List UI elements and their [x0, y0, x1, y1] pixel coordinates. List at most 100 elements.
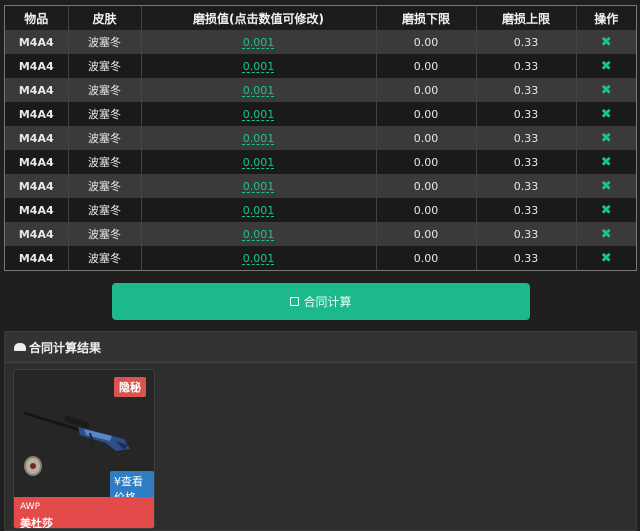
cell-action: ✖ — [576, 198, 636, 222]
cell-wear-max: 0.33 — [476, 198, 577, 222]
table-row: M4A4 波塞冬 0.001 0.00 0.33 ✖ — [5, 150, 636, 174]
table-row: M4A4 波塞冬 0.001 0.00 0.33 ✖ — [5, 246, 636, 270]
sticker-icon — [24, 456, 42, 476]
table-row: M4A4 波塞冬 0.001 0.00 0.33 ✖ — [5, 174, 636, 198]
table-row: M4A4 波塞冬 0.001 0.00 0.33 ✖ — [5, 222, 636, 246]
cell-skin: 波塞冬 — [68, 102, 142, 126]
table-row: M4A4 波塞冬 0.001 0.00 0.33 ✖ — [5, 198, 636, 222]
contract-result-panel: 合同计算结果 隐秘 ¥查看价格 AWP 美杜莎 — [4, 331, 637, 531]
cell-item: M4A4 — [5, 174, 69, 198]
rarity-badge: 隐秘 — [114, 377, 146, 397]
cell-wear-min: 0.00 — [376, 150, 477, 174]
cell-skin: 波塞冬 — [68, 174, 142, 198]
wear-value-link[interactable]: 0.001 — [243, 60, 275, 73]
table-header-row: 物品 皮肤 磨损值(点击数值可修改) 磨损下限 磨损上限 操作 — [5, 6, 636, 30]
result-panel-title: 合同计算结果 — [29, 340, 102, 355]
cell-item: M4A4 — [5, 54, 69, 78]
close-icon[interactable]: ✖ — [601, 227, 612, 242]
contract-items-table: 物品 皮肤 磨损值(点击数值可修改) 磨损下限 磨损上限 操作 M4A4 波塞冬… — [4, 5, 637, 271]
briefcase-icon — [14, 343, 26, 351]
cell-wear-max: 0.33 — [476, 54, 577, 78]
cell-wear-min: 0.00 — [376, 198, 477, 222]
cell-skin: 波塞冬 — [68, 222, 142, 246]
cell-skin: 波塞冬 — [68, 246, 142, 270]
cell-wear-max: 0.33 — [476, 102, 577, 126]
cell-wear-min: 0.00 — [376, 102, 477, 126]
cell-skin: 波塞冬 — [68, 150, 142, 174]
cell-action: ✖ — [576, 174, 636, 198]
cell-item: M4A4 — [5, 126, 69, 150]
header-wear-min: 磨损下限 — [376, 6, 477, 30]
wear-value-link[interactable]: 0.001 — [243, 108, 275, 121]
close-icon[interactable]: ✖ — [601, 251, 612, 266]
wear-value-link[interactable]: 0.001 — [243, 84, 275, 97]
close-icon[interactable]: ✖ — [601, 107, 612, 122]
table-row: M4A4 波塞冬 0.001 0.00 0.33 ✖ — [5, 54, 636, 78]
wear-value-link[interactable]: 0.001 — [243, 132, 275, 145]
cell-wear: 0.001 — [141, 102, 377, 126]
table-row: M4A4 波塞冬 0.001 0.00 0.33 ✖ — [5, 102, 636, 126]
cell-wear-min: 0.00 — [376, 246, 477, 270]
wear-value-link[interactable]: 0.001 — [243, 204, 275, 217]
cell-item: M4A4 — [5, 222, 69, 246]
cell-action: ✖ — [576, 78, 636, 102]
close-icon[interactable]: ✖ — [601, 83, 612, 98]
cell-wear-min: 0.00 — [376, 174, 477, 198]
cell-wear: 0.001 — [141, 198, 377, 222]
cell-action: ✖ — [576, 246, 636, 270]
cell-skin: 波塞冬 — [68, 78, 142, 102]
cell-skin: 波塞冬 — [68, 126, 142, 150]
close-icon[interactable]: ✖ — [601, 203, 612, 218]
cell-wear: 0.001 — [141, 222, 377, 246]
cell-wear-min: 0.00 — [376, 78, 477, 102]
cell-action: ✖ — [576, 54, 636, 78]
card-footer: AWP 美杜莎 — [14, 497, 154, 529]
cell-skin: 波塞冬 — [68, 198, 142, 222]
cell-wear: 0.001 — [141, 54, 377, 78]
cell-wear-min: 0.00 — [376, 222, 477, 246]
header-skin: 皮肤 — [68, 6, 142, 30]
cell-wear-min: 0.00 — [376, 54, 477, 78]
cell-wear-max: 0.33 — [476, 174, 577, 198]
table-row: M4A4 波塞冬 0.001 0.00 0.33 ✖ — [5, 30, 636, 54]
wear-value-link[interactable]: 0.001 — [243, 36, 275, 49]
header-wear: 磨损值(点击数值可修改) — [141, 6, 377, 30]
contract-calculate-button[interactable]: 合同计算 — [112, 283, 530, 320]
calculator-icon — [290, 297, 300, 306]
cell-wear-max: 0.33 — [476, 246, 577, 270]
cell-wear-max: 0.33 — [476, 30, 577, 54]
cell-action: ✖ — [576, 30, 636, 54]
header-wear-max: 磨损上限 — [476, 6, 577, 30]
header-item: 物品 — [5, 6, 69, 30]
header-action: 操作 — [576, 6, 636, 30]
cell-action: ✖ — [576, 102, 636, 126]
result-panel-header: 合同计算结果 — [5, 332, 636, 363]
cell-wear-max: 0.33 — [476, 222, 577, 246]
skin-name: 美杜莎 — [20, 517, 53, 529]
wear-value-link[interactable]: 0.001 — [243, 180, 275, 193]
close-icon[interactable]: ✖ — [601, 155, 612, 170]
cell-action: ✖ — [576, 126, 636, 150]
wear-value-link[interactable]: 0.001 — [243, 252, 275, 265]
cell-item: M4A4 — [5, 30, 69, 54]
cell-item: M4A4 — [5, 198, 69, 222]
cell-wear: 0.001 — [141, 78, 377, 102]
cell-wear-max: 0.33 — [476, 78, 577, 102]
cell-wear: 0.001 — [141, 246, 377, 270]
wear-value-link[interactable]: 0.001 — [243, 228, 275, 241]
cell-wear-min: 0.00 — [376, 30, 477, 54]
cell-wear: 0.001 — [141, 126, 377, 150]
close-icon[interactable]: ✖ — [601, 131, 612, 146]
close-icon[interactable]: ✖ — [601, 35, 612, 50]
cell-item: M4A4 — [5, 150, 69, 174]
cell-item: M4A4 — [5, 78, 69, 102]
close-icon[interactable]: ✖ — [601, 179, 612, 194]
result-item-card[interactable]: 隐秘 ¥查看价格 AWP 美杜莎 — [13, 369, 155, 529]
cell-wear: 0.001 — [141, 30, 377, 54]
cell-item: M4A4 — [5, 102, 69, 126]
wear-value-link[interactable]: 0.001 — [243, 156, 275, 169]
cell-wear: 0.001 — [141, 174, 377, 198]
close-icon[interactable]: ✖ — [601, 59, 612, 74]
cell-wear-min: 0.00 — [376, 126, 477, 150]
cell-wear-max: 0.33 — [476, 126, 577, 150]
